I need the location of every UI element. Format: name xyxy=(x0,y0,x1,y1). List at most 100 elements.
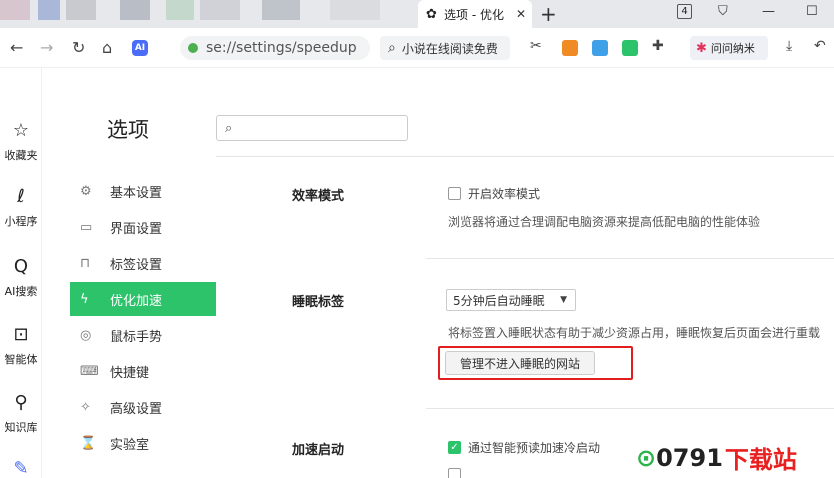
efficiency-checkbox[interactable] xyxy=(448,187,461,200)
menu-item-basic[interactable]: ⚙ 基本设置 xyxy=(70,174,216,208)
download-icon[interactable]: ⤓ xyxy=(786,38,792,54)
boost-checkbox-row[interactable]: ✓ 通过智能预读加速冷启动 xyxy=(448,439,600,456)
checkbox[interactable] xyxy=(448,468,461,478)
keyboard-icon: ⌨ xyxy=(80,363,99,379)
settings-sidebar: 选项 ⚙ 基本设置 ▭ 界面设置 ⊓ 标签设置 ϟ 优化加速 ◎ 鼠标手势 ⌨ … xyxy=(42,68,216,478)
edit-icon: ✎ xyxy=(13,458,29,478)
menu-item-label: 优化加速 xyxy=(110,293,163,309)
menu-item-label: 基本设置 xyxy=(110,185,163,201)
gear-icon: ✿ xyxy=(426,6,437,22)
note-icon[interactable] xyxy=(622,40,638,56)
rail-item-notes[interactable]: ✎ xyxy=(0,458,42,478)
divider xyxy=(426,258,834,259)
nano-icon: ✱ xyxy=(696,40,707,56)
back-button[interactable]: ← xyxy=(10,38,23,57)
search-icon: Q xyxy=(13,256,29,277)
address-bar[interactable]: se://settings/speedup xyxy=(180,36,370,60)
address-text: se://settings/speedup xyxy=(206,40,357,56)
blurred-tab xyxy=(262,0,300,20)
rail-item-agent[interactable]: ⊡ 智能体 xyxy=(0,324,42,367)
highlight-box xyxy=(438,346,633,380)
ai-icon[interactable]: AI xyxy=(132,40,148,56)
home-button[interactable]: ⌂ xyxy=(102,38,112,57)
settings-search-input[interactable] xyxy=(238,121,407,135)
rail-item-mini-programs[interactable]: ℓ 小程序 xyxy=(0,186,42,229)
watermark-logo: ⊙ 0791 下载站 xyxy=(636,440,797,475)
menu-item-tabs[interactable]: ⊓ 标签设置 xyxy=(70,246,216,280)
skin-icon[interactable]: ⛉ xyxy=(718,4,728,19)
menu-item-label: 实验室 xyxy=(110,437,150,453)
menu-item-label: 鼠标手势 xyxy=(110,329,163,345)
new-tab-button[interactable]: + xyxy=(540,2,557,26)
logo-text-red: 下载站 xyxy=(724,446,797,474)
tab-title: 选项 - 优化 xyxy=(444,7,504,22)
reload-button[interactable]: ↻ xyxy=(72,38,85,57)
efficiency-checkbox-row[interactable]: 开启效率模式 xyxy=(448,185,540,202)
window-icon: ▭ xyxy=(80,219,93,235)
active-tab[interactable]: ✿ 选项 - 优化 ✕ xyxy=(418,0,532,28)
search-icon: ⌕ xyxy=(388,40,396,56)
sleep-timer-select[interactable]: 5分钟后自动睡眠 ▼ xyxy=(446,289,576,311)
mini-program-icon: ℓ xyxy=(17,186,25,207)
blurred-tab xyxy=(330,0,380,20)
ai-assistant-label: 问问纳米 xyxy=(710,42,755,55)
blurred-tab xyxy=(0,0,30,20)
menu-item-label: 快捷键 xyxy=(110,365,150,381)
logo-mark-icon: ⊙ xyxy=(636,443,657,472)
menu-item-interface[interactable]: ▭ 界面设置 xyxy=(70,210,216,244)
blurred-tab xyxy=(166,0,194,20)
rail-item-ai-search[interactable]: Q AI搜索 xyxy=(0,256,42,299)
forward-button[interactable]: → xyxy=(40,38,53,57)
settings-search[interactable]: ⌕ xyxy=(216,115,408,141)
logo-text: 0791 xyxy=(656,443,723,472)
close-icon[interactable]: ✕ xyxy=(516,7,532,21)
secure-icon xyxy=(188,43,198,53)
tab-icon: ⊓ xyxy=(80,255,91,271)
efficiency-description: 浏览器将通过合理调配电脑资源来提高低配电脑的性能体验 xyxy=(448,215,761,229)
boost-checkbox-row-2[interactable] xyxy=(448,468,468,478)
boost-checkbox[interactable]: ✓ xyxy=(448,441,461,454)
scissors-icon[interactable]: ✂ xyxy=(530,38,542,54)
checkbox-label: 开启效率模式 xyxy=(468,187,541,201)
blurred-tab xyxy=(200,0,240,20)
minimize-button[interactable]: — xyxy=(762,4,775,19)
search-box[interactable]: ⌕ 小说在线阅读免费 xyxy=(380,36,510,60)
game-icon[interactable] xyxy=(562,40,578,56)
menu-item-lab[interactable]: ⌛ 实验室 xyxy=(70,426,216,460)
sleep-description: 将标签置入睡眠状态有助于减少资源占用，睡眠恢复后页面会进行重载 xyxy=(448,326,821,340)
undo-icon[interactable]: ↶ xyxy=(814,38,826,54)
lightning-icon: ϟ xyxy=(80,291,89,307)
rail-item-knowledge[interactable]: ⚲ 知识库 xyxy=(0,392,42,435)
menu-item-speedup[interactable]: ϟ 优化加速 xyxy=(70,282,216,316)
chevron-down-icon: ▼ xyxy=(560,295,567,305)
ai-assistant-button[interactable]: ✱ 问问纳米 xyxy=(690,36,768,60)
rail-item-label: 小程序 xyxy=(4,215,38,228)
flask-icon: ⌛ xyxy=(80,435,97,451)
menu-item-label: 标签设置 xyxy=(110,257,163,273)
agent-icon: ⊡ xyxy=(13,324,29,345)
rail-item-label: 智能体 xyxy=(4,353,38,366)
left-rail: ☆ 收藏夹 ℓ 小程序 Q AI搜索 ⊡ 智能体 ⚲ 知识库 ✎ xyxy=(0,68,42,478)
blurred-tab xyxy=(120,0,150,20)
image-icon[interactable] xyxy=(592,40,608,56)
search-query: 小说在线阅读免费 xyxy=(401,41,498,56)
extensions-icon[interactable]: ✚ xyxy=(652,38,664,54)
menu-item-shortcuts[interactable]: ⌨ 快捷键 xyxy=(70,354,216,388)
rail-item-label: AI搜索 xyxy=(4,285,38,298)
title-bar: ✿ 选项 - 优化 ✕ + 4 ⛉ — ☐ xyxy=(0,0,834,28)
mouse-icon: ◎ xyxy=(80,327,92,343)
tab-count-badge[interactable]: 4 xyxy=(677,4,692,19)
rail-item-favorites[interactable]: ☆ 收藏夹 xyxy=(0,120,42,163)
search-icon: ⌕ xyxy=(225,120,233,136)
divider xyxy=(216,156,834,157)
rail-item-label: 知识库 xyxy=(4,421,38,434)
browser-window: ✿ 选项 - 优化 ✕ + 4 ⛉ — ☐ ← → ↻ ⌂ AI se://se… xyxy=(0,0,834,478)
settings-content: ⌕ 效率模式 开启效率模式 浏览器将通过合理调配电脑资源来提高低配电脑的性能体验… xyxy=(216,68,834,478)
menu-item-advanced[interactable]: ✧ 高级设置 xyxy=(70,390,216,424)
maximize-button[interactable]: ☐ xyxy=(806,4,818,19)
menu-item-mouse[interactable]: ◎ 鼠标手势 xyxy=(70,318,216,352)
page-title: 选项 xyxy=(107,118,149,142)
star-icon: ☆ xyxy=(12,120,30,141)
wrench-icon: ✧ xyxy=(80,399,91,415)
rail-item-label: 收藏夹 xyxy=(4,149,38,162)
